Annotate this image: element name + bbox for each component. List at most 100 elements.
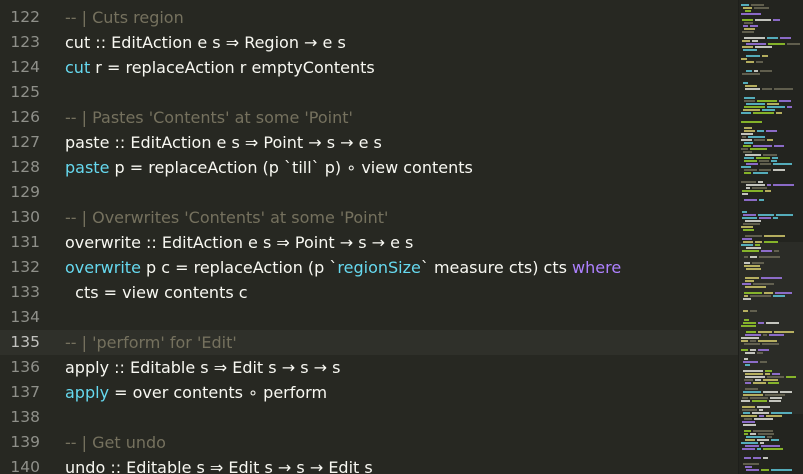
code-token: regionSize bbox=[337, 258, 421, 277]
code-line[interactable]: 122 -- | Cuts region bbox=[0, 5, 738, 30]
code-line[interactable]: 134 bbox=[0, 305, 738, 330]
minimap-line bbox=[743, 361, 758, 363]
minimap-line bbox=[746, 469, 759, 471]
minimap-line bbox=[741, 349, 748, 351]
minimap-line bbox=[753, 145, 772, 147]
minimap-line bbox=[744, 100, 755, 102]
minimap-line bbox=[750, 433, 756, 435]
minimap-line bbox=[744, 106, 765, 108]
minimap-line bbox=[745, 280, 754, 282]
code-token: cut :: EditAction e s ⇒ Region → e s bbox=[65, 33, 346, 52]
code-line[interactable]: 131 overwrite :: EditAction e s ⇒ Point →… bbox=[0, 230, 738, 255]
minimap-line bbox=[745, 445, 759, 447]
minimap-line bbox=[743, 7, 752, 9]
minimap-line bbox=[744, 256, 748, 258]
minimap-line bbox=[750, 397, 768, 399]
line-number: 124 bbox=[10, 58, 40, 76]
minimap-line bbox=[765, 370, 772, 372]
minimap-line bbox=[773, 217, 778, 219]
minimap-line bbox=[741, 148, 748, 150]
code-text: paste p = replaceAction (p `till` p) ∘ v… bbox=[65, 155, 473, 180]
minimap-line bbox=[759, 217, 771, 219]
minimap-line bbox=[745, 88, 760, 90]
code-line[interactable]: 139 -- | Get undo bbox=[0, 430, 738, 455]
minimap-line bbox=[743, 109, 760, 111]
code-text: undo :: Editable s ⇒ Edit s → s → Edit s bbox=[65, 455, 373, 474]
code-line[interactable]: 124 cut r = replaceAction r emptyContents bbox=[0, 55, 738, 80]
minimap-line bbox=[741, 415, 757, 417]
minimap-line bbox=[754, 70, 758, 72]
minimap[interactable] bbox=[738, 0, 803, 474]
code-line[interactable]: 129 bbox=[0, 180, 738, 205]
minimap-line bbox=[780, 37, 791, 39]
minimap-line bbox=[744, 262, 750, 264]
code-line[interactable]: 140 undo :: Editable s ⇒ Edit s → s → Edi… bbox=[0, 455, 738, 474]
code-line[interactable]: 137 apply = over contents ∘ perform bbox=[0, 380, 738, 405]
code-line[interactable]: 127 paste :: EditAction e s ⇒ Point → s →… bbox=[0, 130, 738, 155]
code-token: -- | Pastes 'Contents' at some 'Point' bbox=[65, 108, 353, 127]
line-number: 131 bbox=[10, 233, 40, 251]
minimap-line bbox=[745, 85, 757, 87]
minimap-line bbox=[742, 421, 755, 423]
code-line[interactable]: 130 -- | Overwrites 'Contents' at some 'P… bbox=[0, 205, 738, 230]
minimap-line bbox=[779, 100, 791, 102]
minimap-line bbox=[754, 418, 773, 420]
minimap-line bbox=[763, 457, 768, 459]
code-area[interactable]: 122 -- | Cuts region123 cut :: EditAction … bbox=[0, 0, 738, 474]
minimap-line bbox=[743, 49, 757, 51]
minimap-line bbox=[743, 394, 763, 396]
minimap-line bbox=[755, 46, 772, 48]
minimap-line bbox=[741, 337, 759, 339]
code-token: p = replaceAction (p `till` p) ∘ view co… bbox=[109, 158, 473, 177]
minimap-line bbox=[743, 412, 750, 414]
minimap-line bbox=[742, 217, 757, 219]
minimap-line bbox=[741, 4, 749, 6]
code-line[interactable]: 136 apply :: Editable s ⇒ Edit s → s → s bbox=[0, 355, 738, 380]
line-number: 129 bbox=[10, 183, 40, 201]
line-number: 137 bbox=[10, 383, 40, 401]
minimap-line bbox=[741, 400, 750, 402]
code-token: -- | Overwrites 'Contents' at some 'Poin… bbox=[65, 208, 389, 227]
minimap-line bbox=[750, 148, 767, 150]
minimap-line bbox=[757, 352, 763, 354]
minimap-line bbox=[744, 358, 748, 360]
minimap-line bbox=[746, 61, 754, 63]
minimap-line bbox=[757, 406, 770, 408]
code-line[interactable]: 126 -- | Pastes 'Contents' at some 'Point… bbox=[0, 105, 738, 130]
code-line[interactable]: 138 bbox=[0, 405, 738, 430]
minimap-line bbox=[773, 163, 792, 165]
code-line[interactable]: 125 bbox=[0, 80, 738, 105]
minimap-line bbox=[758, 349, 769, 351]
code-line[interactable]: 123 cut :: EditAction e s ⇒ Region → e s bbox=[0, 30, 738, 55]
minimap-line bbox=[775, 292, 792, 294]
minimap-line bbox=[767, 376, 784, 378]
minimap-line bbox=[759, 169, 771, 171]
minimap-line bbox=[743, 241, 753, 243]
minimap-line bbox=[773, 169, 785, 171]
minimap-line bbox=[763, 154, 777, 156]
code-line[interactable]: 128 paste p = replaceAction (p `till` p) … bbox=[0, 155, 738, 180]
code-line[interactable]: 133 cts = view contents c bbox=[0, 280, 738, 305]
line-number: 134 bbox=[10, 308, 40, 326]
minimap-line bbox=[743, 322, 756, 324]
line-number: 123 bbox=[10, 33, 40, 51]
minimap-line bbox=[763, 334, 767, 336]
minimap-line bbox=[772, 373, 780, 375]
code-line[interactable]: 135 -- | 'perform' for 'Edit' bbox=[0, 330, 738, 355]
minimap-line bbox=[743, 463, 759, 465]
minimap-line bbox=[744, 433, 748, 435]
minimap-line bbox=[752, 187, 767, 189]
minimap-line bbox=[744, 127, 752, 129]
minimap-line bbox=[745, 382, 751, 384]
minimap-line bbox=[761, 445, 780, 447]
minimap-line bbox=[756, 157, 770, 159]
code-line[interactable]: 132 overwrite p c = replaceAction (p `reg… bbox=[0, 255, 738, 280]
line-number: 122 bbox=[10, 8, 40, 26]
minimap-line bbox=[773, 295, 785, 297]
code-editor[interactable]: 122 -- | Cuts region123 cut :: EditAction … bbox=[0, 0, 803, 474]
minimap-line bbox=[742, 190, 763, 192]
minimap-line bbox=[752, 400, 767, 402]
code-token: undo :: Editable s ⇒ Edit s → s → Edit s bbox=[65, 458, 373, 474]
minimap-line bbox=[744, 295, 748, 297]
line-number: 138 bbox=[10, 408, 40, 426]
